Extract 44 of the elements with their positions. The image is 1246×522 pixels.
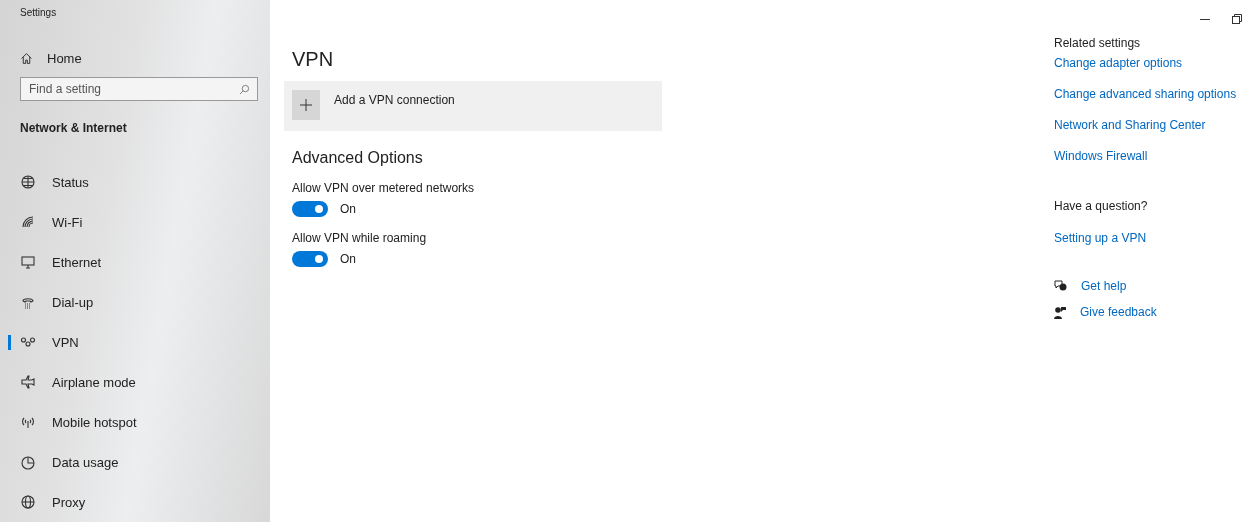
question-heading: Have a question? [1054, 199, 1149, 215]
setting-label: Allow VPN while roaming [292, 231, 428, 245]
window-title: Settings [19, 6, 58, 20]
search-field[interactable]: Find a setting [20, 77, 258, 102]
vpn-icon [20, 334, 36, 350]
sidebar-item[interactable]: Ethernet [0, 242, 270, 282]
settings-link[interactable]: Change advanced sharing options [1054, 87, 1237, 101]
page-title: VPN [292, 48, 335, 71]
person-icon [1054, 305, 1066, 319]
sidebar-item[interactable]: Dial-up [0, 282, 270, 322]
help-link[interactable]: Setting up a VPN [1054, 231, 1147, 245]
sidebar-item[interactable]: Status [0, 162, 270, 202]
add-vpn-button[interactable]: Add a VPN connection [284, 81, 662, 131]
wifi-icon [20, 214, 36, 230]
help-link[interactable]: Give feedback [1080, 305, 1157, 319]
help-link[interactable]: Get help [1081, 279, 1127, 293]
related-heading: Related settings [1054, 36, 1142, 52]
settings-link[interactable]: Windows Firewall [1054, 149, 1148, 163]
sidebar-item[interactable]: Data usage [0, 442, 270, 482]
toggle-switch[interactable] [292, 201, 328, 217]
sidebar-item[interactable]: Proxy [0, 482, 270, 522]
section-heading: Advanced Options [292, 149, 424, 167]
settings-link[interactable]: Change adapter options [1054, 56, 1183, 70]
settings-link[interactable]: Network and Sharing Center [1054, 118, 1206, 132]
globe-icon [20, 174, 36, 190]
airplane-icon [20, 374, 36, 390]
section-heading: Network & Internet [19, 120, 128, 136]
monitor-icon [20, 254, 36, 270]
search-icon [239, 84, 250, 96]
sidebar-item[interactable]: Mobile hotspot [0, 402, 270, 442]
home-link[interactable]: Home [0, 46, 270, 71]
pie-chart-icon [20, 454, 36, 470]
sidebar-item[interactable]: VPN [0, 322, 270, 362]
toggle-state: On [340, 252, 356, 266]
restore-icon[interactable] [1232, 14, 1242, 24]
globe-icon [20, 494, 36, 510]
home-icon [20, 51, 33, 65]
chat-bubble-icon [1054, 280, 1067, 292]
setting-label: Allow VPN over metered networks [292, 181, 476, 195]
plus-icon [300, 99, 312, 111]
sidebar-item[interactable]: Airplane mode [0, 362, 270, 402]
toggle-switch[interactable] [292, 251, 328, 267]
sidebar-item[interactable]: Wi-Fi [0, 202, 270, 242]
toggle-state: On [340, 202, 356, 216]
